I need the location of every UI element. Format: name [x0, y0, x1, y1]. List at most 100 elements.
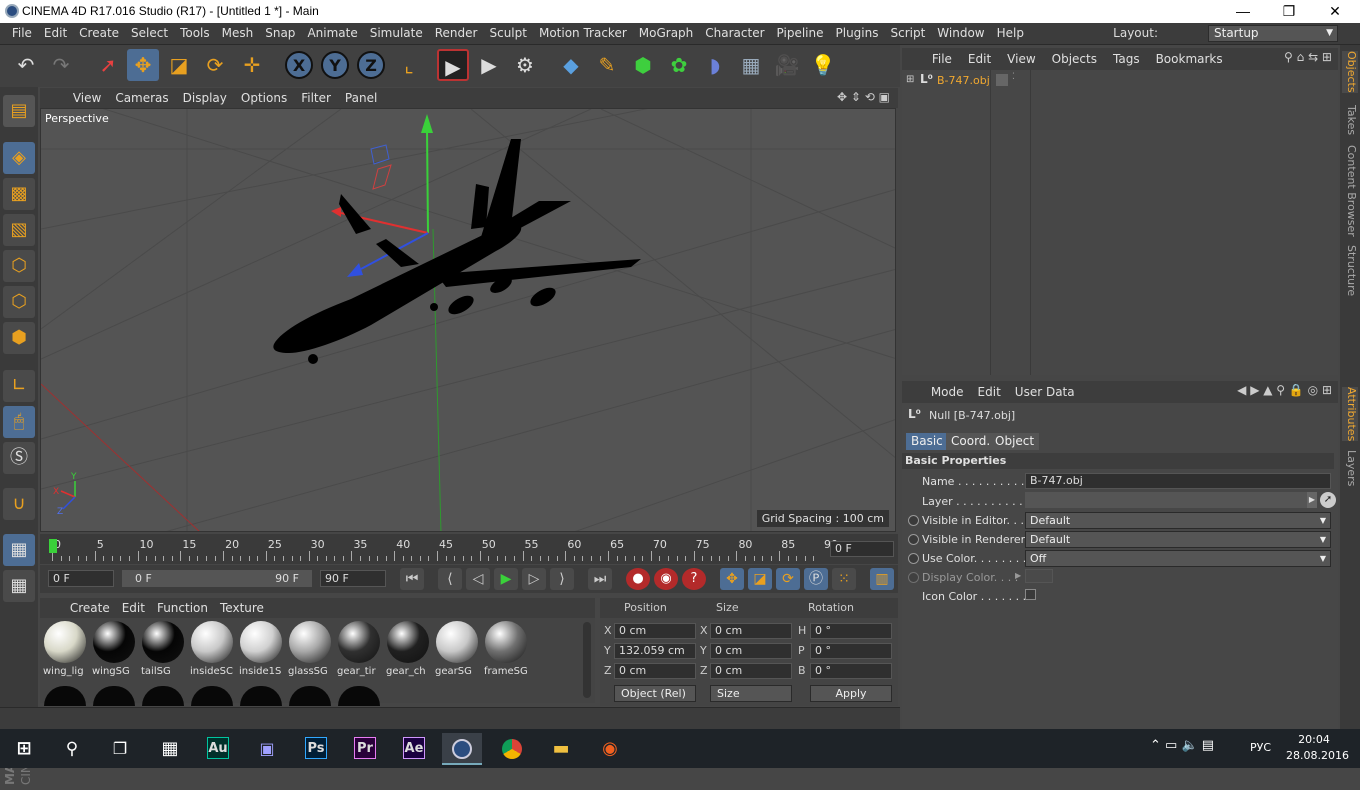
om-menu-view[interactable]: View: [999, 48, 1043, 70]
render-view-icon[interactable]: ▶: [437, 49, 469, 81]
material-item[interactable]: insideSC: [189, 620, 235, 680]
menu-help[interactable]: Help: [991, 23, 1030, 44]
camera-icon[interactable]: 🎥: [771, 49, 803, 81]
display-color-swatch[interactable]: [1025, 569, 1053, 583]
subdivision-icon[interactable]: ⬢: [627, 49, 659, 81]
tweak-mode-icon[interactable]: 🖱: [3, 406, 35, 438]
material-menu-create[interactable]: Create: [64, 598, 116, 618]
coordinate-mode-dropdown[interactable]: Object (Rel): [614, 685, 696, 702]
model-mode-icon[interactable]: ◈: [3, 142, 35, 174]
scale-tool-icon[interactable]: ◪: [163, 49, 195, 81]
render-settings-icon[interactable]: ⚙: [509, 49, 541, 81]
visible-renderer-dropdown[interactable]: Default ▼: [1025, 531, 1331, 548]
material-menu-edit[interactable]: Edit: [116, 598, 151, 618]
live-selection-icon[interactable]: ➚: [92, 49, 124, 81]
key-position-icon[interactable]: ✥: [720, 568, 744, 590]
pen-spline-icon[interactable]: ✎: [591, 49, 623, 81]
record-keys-icon[interactable]: ●: [626, 568, 650, 590]
cloner-icon[interactable]: ✿: [663, 49, 695, 81]
layer-arrow-icon[interactable]: ▶: [1307, 492, 1317, 508]
viewport-menu-options[interactable]: Options: [234, 88, 294, 108]
material-item[interactable]: gear_ch: [385, 620, 431, 680]
size-mode-dropdown[interactable]: Size: [710, 685, 792, 702]
menu-create[interactable]: Create: [73, 23, 125, 44]
material-preview-icon[interactable]: [338, 686, 380, 706]
snap-magnet-icon[interactable]: ∪: [3, 488, 35, 520]
object-row-b747[interactable]: ⊞ L⁰ B-747.obj ⁚: [902, 72, 1030, 90]
start-frame-field[interactable]: 0 F: [48, 570, 114, 587]
icon-color-checkbox[interactable]: [1025, 589, 1036, 600]
menu-edit[interactable]: Edit: [38, 23, 73, 44]
material-scrollbar[interactable]: [583, 622, 591, 698]
next-frame-icon[interactable]: ▷: [522, 568, 546, 590]
position-z-field[interactable]: 0 cm: [614, 663, 696, 679]
menu-character[interactable]: Character: [699, 23, 770, 44]
menu-snap[interactable]: Snap: [259, 23, 301, 44]
chrome-icon[interactable]: [492, 733, 532, 765]
render-picture-viewer-icon[interactable]: ▶: [473, 49, 505, 81]
workplane-snap-icon[interactable]: ▦: [3, 570, 35, 602]
go-to-start-icon[interactable]: ⏮: [400, 568, 424, 590]
menu-tools[interactable]: Tools: [174, 23, 216, 44]
display-color-radio[interactable]: [908, 572, 919, 583]
playhead[interactable]: [49, 539, 57, 553]
audition-icon[interactable]: Au: [198, 733, 238, 765]
maximize-button[interactable]: ❐: [1266, 0, 1312, 23]
rotation-p-field[interactable]: 0 °: [810, 643, 892, 659]
premiere-icon[interactable]: Pr: [345, 733, 385, 765]
keyframe-selection-icon[interactable]: ?: [682, 568, 706, 590]
size-y-field[interactable]: 0 cm: [710, 643, 792, 659]
am-toolbar-icons[interactable]: ◀ ▶ ▲ ⚲ 🔒 ◎ ⊞: [1237, 383, 1332, 397]
om-menu-tags[interactable]: Tags: [1105, 48, 1148, 70]
layout-select[interactable]: Startup ▼: [1208, 25, 1338, 42]
menu-motion-tracker[interactable]: Motion Tracker: [533, 23, 633, 44]
apply-button[interactable]: Apply: [810, 685, 892, 702]
expand-arrow-icon[interactable]: ▶: [1015, 571, 1021, 580]
light-icon[interactable]: 💡: [807, 49, 839, 81]
file-explorer-icon[interactable]: ▬: [541, 733, 581, 765]
tab-basic[interactable]: Basic: [906, 433, 948, 450]
redo-icon[interactable]: ↷: [45, 49, 77, 81]
close-button[interactable]: ✕: [1312, 0, 1358, 23]
visible-editor-dropdown[interactable]: Default ▼: [1025, 512, 1331, 529]
material-menu-texture[interactable]: Texture: [214, 598, 270, 618]
object-name[interactable]: B-747.obj: [937, 74, 990, 87]
visibility-dots-icon[interactable]: ⁚: [1012, 72, 1015, 82]
side-tab-objects[interactable]: Objects: [1342, 51, 1358, 93]
solo-icon[interactable]: Ⓢ: [3, 442, 35, 474]
material-preview-icon[interactable]: [289, 686, 331, 706]
side-tab-structure[interactable]: Structure: [1342, 245, 1358, 296]
expand-icon[interactable]: ⊞: [906, 74, 914, 85]
cinema4d-taskbar-icon[interactable]: [442, 733, 482, 765]
om-toolbar-icons[interactable]: ⚲ ⌂ ⇆ ⊞: [1284, 50, 1332, 64]
material-preview-icon[interactable]: [191, 686, 233, 706]
floor-icon[interactable]: ▦: [735, 49, 767, 81]
om-menu-edit[interactable]: Edit: [960, 48, 999, 70]
menu-render[interactable]: Render: [429, 23, 484, 44]
media-player-icon[interactable]: ◉: [590, 733, 630, 765]
key-rotation-icon[interactable]: ⟳: [776, 568, 800, 590]
material-preview-icon[interactable]: [142, 686, 184, 706]
axis-mode-icon[interactable]: ∟: [3, 370, 35, 402]
layer-icon[interactable]: [996, 74, 1008, 86]
rotation-b-field[interactable]: 0 °: [810, 663, 892, 679]
material-preview-icon[interactable]: [44, 686, 86, 706]
size-x-field[interactable]: 0 cm: [710, 623, 792, 639]
edges-mode-icon[interactable]: ⬡: [3, 286, 35, 318]
search-icon[interactable]: ⚲: [52, 733, 92, 765]
size-z-field[interactable]: 0 cm: [710, 663, 792, 679]
menu-animate[interactable]: Animate: [301, 23, 363, 44]
viewport-menu-view[interactable]: View: [66, 88, 108, 108]
viewport-menu-panel[interactable]: Panel: [338, 88, 384, 108]
om-menu-objects[interactable]: Objects: [1044, 48, 1105, 70]
polygons-mode-icon[interactable]: ⬢: [3, 322, 35, 354]
cube-icon[interactable]: ◆: [555, 49, 587, 81]
am-menu-mode[interactable]: Mode: [924, 381, 971, 403]
position-x-field[interactable]: 0 cm: [614, 623, 696, 639]
menu-simulate[interactable]: Simulate: [364, 23, 429, 44]
z-axis-lock-icon[interactable]: Z: [357, 51, 385, 79]
use-color-radio[interactable]: [908, 553, 919, 564]
side-tab-takes[interactable]: Takes: [1342, 105, 1358, 135]
use-color-dropdown[interactable]: Off ▼: [1025, 550, 1331, 567]
preview-range-slider[interactable]: 0 F 90 F: [122, 570, 312, 587]
